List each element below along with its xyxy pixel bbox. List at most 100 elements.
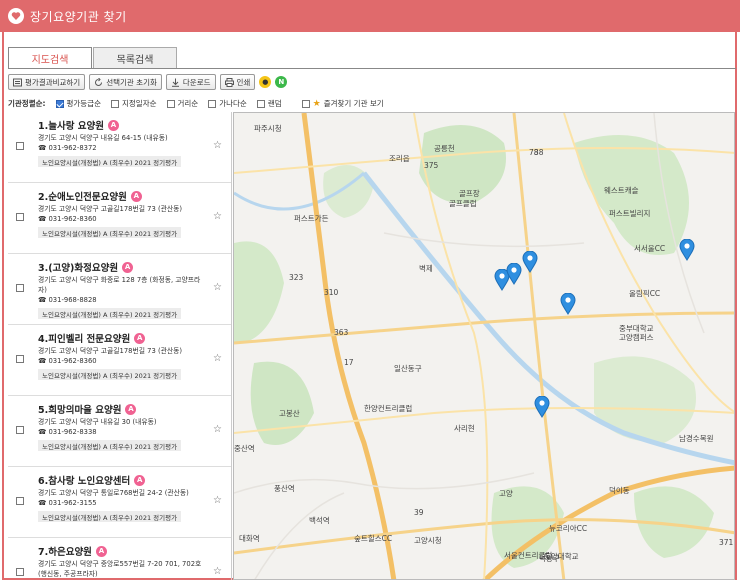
- compare-button[interactable]: 평가결과비교하기: [8, 74, 86, 90]
- sort-random-checkbox[interactable]: [256, 99, 265, 108]
- map-place-label: 대화역: [239, 534, 260, 543]
- grade-a-badge: A: [130, 190, 142, 202]
- facility-grade: 노인요양시설(개정법) A (최우수) 2021 정기평가: [38, 440, 182, 451]
- map-place-label: 풍산역: [274, 484, 295, 493]
- facility-name[interactable]: 2.순애노인전문요양원: [38, 189, 127, 203]
- facility-name[interactable]: 7.하은요양원: [38, 544, 92, 558]
- facility-list-item[interactable]: 5.희망의마을 요양원 A 경기도 고양시 덕양구 내유길 30 (내유동) ☎…: [8, 396, 231, 467]
- phone-icon: ☎: [38, 357, 47, 365]
- facility-name-row[interactable]: 2.순애노인전문요양원 A: [38, 189, 142, 203]
- facility-checkbox[interactable]: [16, 355, 24, 363]
- sort-date-label: 지정일자순: [122, 99, 157, 108]
- star-icon: ★: [312, 98, 321, 109]
- facility-checkbox[interactable]: [16, 213, 24, 221]
- sort-grade-checkbox[interactable]: [55, 99, 64, 108]
- facility-list-item[interactable]: 4.피인벨리 전문요양원 A 경기도 고양시 덕양구 고골길178번길 73 (…: [8, 325, 231, 396]
- map-place-label: 375: [424, 161, 439, 170]
- facility-list-item[interactable]: 6.참사랑 노인요양센터 A 경기도 고양시 덕양구 통일로768번길 24-2…: [8, 467, 231, 538]
- favorite-star-icon[interactable]: ☆: [213, 566, 222, 577]
- sort-date-checkbox[interactable]: [111, 99, 119, 108]
- download-button[interactable]: 다운로드: [165, 74, 216, 90]
- download-label: 다운로드: [182, 77, 211, 87]
- tab-map-search[interactable]: 지도검색: [8, 47, 92, 68]
- map-place-label: 310: [324, 288, 339, 297]
- reset-selection-button[interactable]: 선택기관 초기화: [89, 74, 162, 90]
- facility-marker-icon[interactable]: [679, 239, 695, 261]
- map-place-label: 한양컨트리클럽: [364, 404, 413, 413]
- map-place-label: 일산동구: [394, 364, 422, 373]
- map-place-label: 서서울CC: [634, 244, 666, 253]
- facility-list-item[interactable]: 7.하은요양원 A 경기도 고양시 덕양구 중앙로557번길 7-20 701,…: [8, 538, 231, 580]
- favorite-star-icon[interactable]: ☆: [213, 495, 222, 506]
- facility-address: 경기도 고양시 덕양구 내유길 30 (내유동): [38, 418, 157, 426]
- tab-list-search[interactable]: 목록검색: [93, 47, 177, 68]
- favorites-label: 즐겨찾기 기관 보기: [323, 99, 384, 108]
- favorite-star-icon[interactable]: ☆: [213, 424, 222, 435]
- map-place-label: 웨스트캐슬: [604, 186, 639, 195]
- sort-option-grade[interactable]: 평가등급순: [55, 98, 101, 109]
- sort-option-distance[interactable]: 거리순: [166, 98, 198, 109]
- facility-grade: 노인요양시설(개정법) A (최우수) 2021 정기평가: [38, 227, 182, 238]
- facility-grade: 노인요양시설(개정법) A (최우수) 2021 정기평가: [38, 156, 182, 167]
- phone-icon: ☎: [38, 428, 47, 436]
- map-place-label: 덕이동: [609, 486, 630, 495]
- favorites-toggle[interactable]: ★ 즐겨찾기 기관 보기: [301, 98, 384, 109]
- facility-marker-icon[interactable]: [522, 251, 538, 273]
- facility-name-row[interactable]: 1.늘사랑 요양원 A: [38, 118, 119, 132]
- facility-checkbox[interactable]: [16, 142, 24, 150]
- facility-name[interactable]: 5.희망의마을 요양원: [38, 402, 121, 416]
- map-place-label: 남경수목원: [679, 434, 714, 443]
- favorite-star-icon[interactable]: ☆: [213, 282, 222, 293]
- map-place-label: 골프클럽: [449, 199, 477, 208]
- sort-alpha-checkbox[interactable]: [208, 99, 217, 108]
- grade-a-badge: A: [107, 119, 119, 131]
- map-place-label: 퍼스트가든: [294, 214, 329, 223]
- sort-options: 기관정렬순: 평가등급순 지정일자순 거리순 가나다순 랜덤 ★ 즐겨찾기 기관 …: [8, 98, 384, 109]
- sort-option-date[interactable]: 지정일자순: [111, 98, 157, 109]
- map-view[interactable]: 파주시청 조리읍 공릉천 골프장 퍼스트가든 퍼스트빌리지 골프클럽 38 78 375 363 17…: [233, 112, 735, 580]
- kakao-share-icon[interactable]: ●: [259, 76, 272, 88]
- favorites-checkbox[interactable]: [301, 99, 310, 108]
- facility-address: 경기도 고양시 덕양구 화중로 128 7층 (화정동, 고양프라자): [38, 276, 201, 294]
- facility-name[interactable]: 3.(고양)화정요양원: [38, 260, 118, 274]
- facility-marker-icon[interactable]: [506, 263, 522, 285]
- print-button[interactable]: 인쇄: [219, 74, 256, 90]
- favorite-star-icon[interactable]: ☆: [213, 211, 222, 222]
- sort-option-alpha[interactable]: 가나다순: [208, 98, 247, 109]
- reset-icon: [94, 77, 103, 87]
- facility-name[interactable]: 6.참사랑 노인요양센터: [38, 473, 130, 487]
- facility-checkbox[interactable]: [16, 568, 24, 576]
- facility-checkbox[interactable]: [16, 426, 24, 434]
- facility-name-row[interactable]: 7.하은요양원 A: [38, 544, 107, 558]
- facility-name-row[interactable]: 6.참사랑 노인요양센터 A: [38, 473, 146, 487]
- sort-distance-checkbox[interactable]: [166, 99, 175, 108]
- facility-list-item[interactable]: 3.(고양)화정요양원 A 경기도 고양시 덕양구 화중로 128 7층 (화정…: [8, 254, 231, 325]
- facility-name[interactable]: 1.늘사랑 요양원: [38, 118, 104, 132]
- facility-list-item[interactable]: 1.늘사랑 요양원 A 경기도 고양시 덕양구 내유길 64-15 (내유동) …: [8, 112, 231, 183]
- naver-share-icon[interactable]: N: [275, 76, 288, 88]
- facility-name-row[interactable]: 3.(고양)화정요양원 A: [38, 260, 134, 274]
- map-place-label: 뉴코리아CC: [549, 524, 588, 533]
- favorite-star-icon[interactable]: ☆: [213, 353, 222, 364]
- map-place-label: 323: [289, 273, 304, 282]
- map-place-label: 사리현: [454, 424, 475, 433]
- facility-name-row[interactable]: 4.피인벨리 전문요양원 A: [38, 331, 146, 345]
- facility-name[interactable]: 4.피인벨리 전문요양원: [38, 331, 130, 345]
- sort-option-random[interactable]: 랜덤: [256, 98, 282, 109]
- facility-marker-icon[interactable]: [534, 396, 550, 418]
- facility-name-row[interactable]: 5.희망의마을 요양원 A: [38, 402, 137, 416]
- facility-marker-icon[interactable]: [560, 293, 576, 315]
- sort-random-label: 랜덤: [267, 99, 282, 108]
- facility-list-item[interactable]: 2.순애노인전문요양원 A 경기도 고양시 덕양구 고골길178번길 73 (관…: [8, 183, 231, 254]
- facility-phone-row: ☎ 031-962-8360: [38, 357, 97, 365]
- map-place-label: 고양시청: [414, 536, 442, 545]
- favorite-star-icon[interactable]: ☆: [213, 140, 222, 151]
- toolbar: 평가결과비교하기 선택기관 초기화 다운로드 인쇄 ● N: [8, 74, 288, 90]
- facility-address: 경기도 고양시 덕양구 고골길178번길 73 (관산동): [38, 347, 183, 355]
- facility-checkbox[interactable]: [16, 284, 24, 292]
- facility-checkbox[interactable]: [16, 497, 24, 505]
- facility-address: 경기도 고양시 덕양구 중앙로557번길 7-20 701, 702호 (행신동…: [38, 560, 202, 578]
- search-tabs: 지도검색 목록검색: [8, 47, 178, 68]
- map-place-label: 퍼스트빌리지: [609, 209, 651, 218]
- facility-phone-row: ☎ 031-962-8338: [38, 428, 97, 436]
